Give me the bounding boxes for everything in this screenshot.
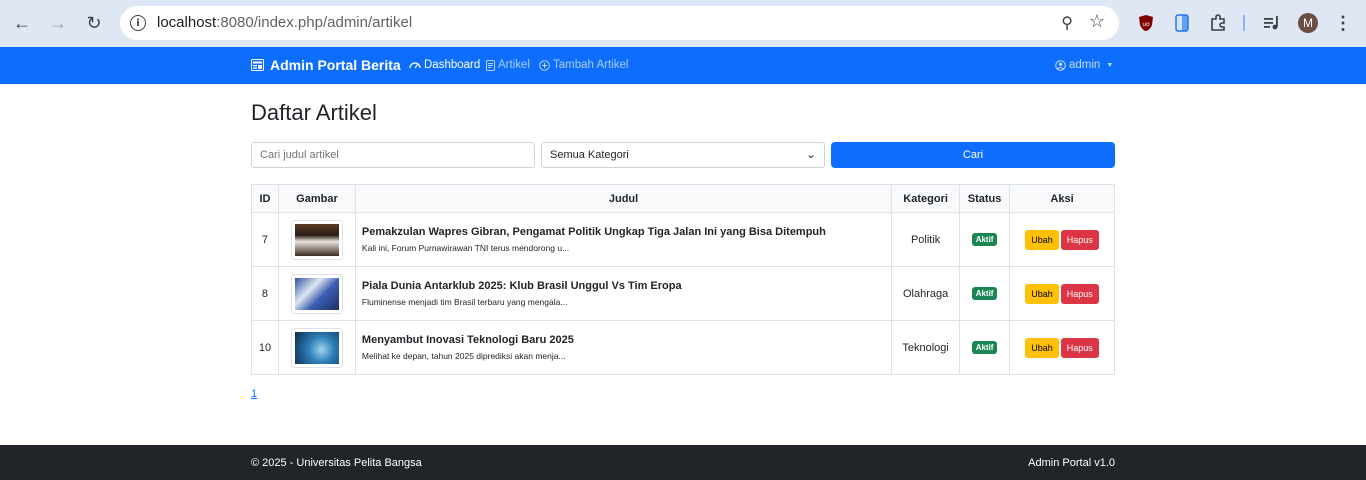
search-input[interactable] bbox=[251, 142, 535, 168]
address-bar[interactable]: i localhost:8080/index.php/admin/artikel… bbox=[120, 6, 1119, 40]
row-status-cell: Aktif bbox=[959, 320, 1011, 375]
menu-kebab-icon[interactable]: ⋮ bbox=[1334, 12, 1352, 34]
top-navbar: Admin Portal Berita Dashboard Artikel Ta… bbox=[0, 47, 1366, 84]
nav-tambah-artikel[interactable]: Tambah Artikel bbox=[539, 59, 628, 71]
toolbar-divider bbox=[1243, 15, 1245, 31]
media-control-icon[interactable] bbox=[1262, 12, 1282, 34]
status-badge: Aktif bbox=[971, 341, 998, 354]
article-title: Piala Dunia Antarklub 2025: Klub Brasil … bbox=[361, 280, 682, 292]
speedometer-icon bbox=[409, 62, 421, 69]
article-snippet: Melihat ke depan, tahun 2025 diprediksi … bbox=[361, 351, 566, 361]
svg-text:uo: uo bbox=[1142, 21, 1150, 28]
ublock-extension-icon[interactable]: uo bbox=[1137, 12, 1155, 34]
row-id: 10 bbox=[251, 320, 279, 375]
header-id: ID bbox=[251, 184, 279, 213]
article-thumbnail bbox=[290, 273, 343, 314]
search-button[interactable]: Cari bbox=[831, 142, 1115, 168]
row-actions-cell: Ubah Hapus bbox=[1009, 266, 1115, 321]
delete-button[interactable]: Hapus bbox=[1060, 229, 1099, 250]
table-row: 7 Pemakzulan Wapres Gibran, Pengamat Pol… bbox=[251, 212, 1115, 267]
edit-button[interactable]: Ubah bbox=[1025, 229, 1059, 250]
header-kategori: Kategori bbox=[891, 184, 961, 213]
row-id: 8 bbox=[251, 266, 279, 321]
category-select[interactable]: Semua Kategori ⌄ bbox=[541, 142, 825, 168]
footer: © 2025 - Universitas Pelita Bangsa Admin… bbox=[0, 445, 1366, 480]
row-title-cell: Piala Dunia Antarklub 2025: Klub Brasil … bbox=[354, 266, 893, 321]
header-judul: Judul bbox=[354, 184, 893, 213]
puzzle-extensions-icon[interactable] bbox=[1208, 12, 1228, 34]
delete-button[interactable]: Hapus bbox=[1060, 337, 1099, 358]
user-circle-icon bbox=[1055, 59, 1066, 71]
brand-link[interactable]: Admin Portal Berita bbox=[251, 57, 401, 73]
article-thumbnail bbox=[290, 327, 343, 368]
row-title-cell: Pemakzulan Wapres Gibran, Pengamat Polit… bbox=[354, 212, 893, 267]
row-image-cell bbox=[277, 266, 356, 321]
pagination-page-link[interactable]: 1 bbox=[251, 388, 257, 400]
row-status-cell: Aktif bbox=[959, 212, 1011, 267]
table-header-row: ID Gambar Judul Kategori Status Aksi bbox=[251, 184, 1115, 213]
delete-button[interactable]: Hapus bbox=[1060, 283, 1099, 304]
profile-avatar[interactable]: M bbox=[1298, 13, 1318, 33]
brand-title: Admin Portal Berita bbox=[270, 57, 401, 73]
back-arrow-icon[interactable]: ← bbox=[11, 12, 33, 34]
forward-arrow-icon[interactable]: → bbox=[47, 12, 69, 34]
row-image-cell bbox=[277, 320, 356, 375]
row-actions-cell: Ubah Hapus bbox=[1009, 320, 1115, 375]
site-info-icon[interactable]: i bbox=[130, 15, 146, 31]
footer-version: Admin Portal v1.0 bbox=[1028, 457, 1115, 469]
chevron-down-icon: ⌄ bbox=[805, 147, 816, 161]
row-category: Teknologi bbox=[891, 320, 961, 375]
article-thumbnail bbox=[290, 219, 343, 260]
table-row: 10 Menyambut Inovasi Teknologi Baru 2025… bbox=[251, 320, 1115, 375]
caret-down-icon: ▼ bbox=[1106, 61, 1114, 69]
url-text[interactable]: localhost:8080/index.php/admin/artikel bbox=[157, 14, 412, 31]
zoom-icon[interactable]: ⚲ bbox=[1061, 13, 1073, 33]
bookmark-star-icon[interactable]: ☆ bbox=[1089, 11, 1105, 32]
nav-dashboard[interactable]: Dashboard bbox=[409, 59, 480, 71]
article-title: Pemakzulan Wapres Gibran, Pengamat Polit… bbox=[361, 226, 826, 238]
row-image-cell bbox=[277, 212, 356, 267]
status-badge: Aktif bbox=[971, 233, 998, 246]
header-gambar: Gambar bbox=[277, 184, 356, 213]
newspaper-icon bbox=[251, 59, 264, 71]
article-title: Menyambut Inovasi Teknologi Baru 2025 bbox=[361, 334, 574, 346]
articles-table: ID Gambar Judul Kategori Status Aksi 7 P… bbox=[251, 184, 1115, 375]
header-status: Status bbox=[959, 184, 1011, 213]
table-row: 8 Piala Dunia Antarklub 2025: Klub Brasi… bbox=[251, 266, 1115, 321]
row-actions-cell: Ubah Hapus bbox=[1009, 212, 1115, 267]
edit-button[interactable]: Ubah bbox=[1025, 283, 1059, 304]
row-category: Politik bbox=[891, 212, 961, 267]
footer-copyright: © 2025 - Universitas Pelita Bangsa bbox=[251, 457, 422, 469]
browser-toolbar: ← → ↻ i localhost:8080/index.php/admin/a… bbox=[0, 0, 1366, 47]
row-category: Olahraga bbox=[891, 266, 961, 321]
reload-icon[interactable]: ↻ bbox=[83, 12, 105, 34]
extension-icon[interactable] bbox=[1173, 12, 1191, 34]
document-icon bbox=[486, 59, 495, 71]
header-aksi: Aksi bbox=[1009, 184, 1115, 213]
row-title-cell: Menyambut Inovasi Teknologi Baru 2025 Me… bbox=[354, 320, 893, 375]
user-dropdown[interactable]: admin ▼ bbox=[1055, 59, 1113, 71]
plus-circle-icon bbox=[539, 59, 550, 71]
row-id: 7 bbox=[251, 212, 279, 267]
page-title: Daftar Artikel bbox=[251, 100, 377, 125]
article-snippet: Fluminense menjadi tim Brasil terbaru ya… bbox=[361, 297, 568, 307]
row-status-cell: Aktif bbox=[959, 266, 1011, 321]
edit-button[interactable]: Ubah bbox=[1025, 337, 1059, 358]
nav-artikel[interactable]: Artikel bbox=[486, 59, 530, 71]
status-badge: Aktif bbox=[971, 287, 998, 300]
article-snippet: Kali ini, Forum Purnawirawan TNI terus m… bbox=[361, 243, 570, 253]
